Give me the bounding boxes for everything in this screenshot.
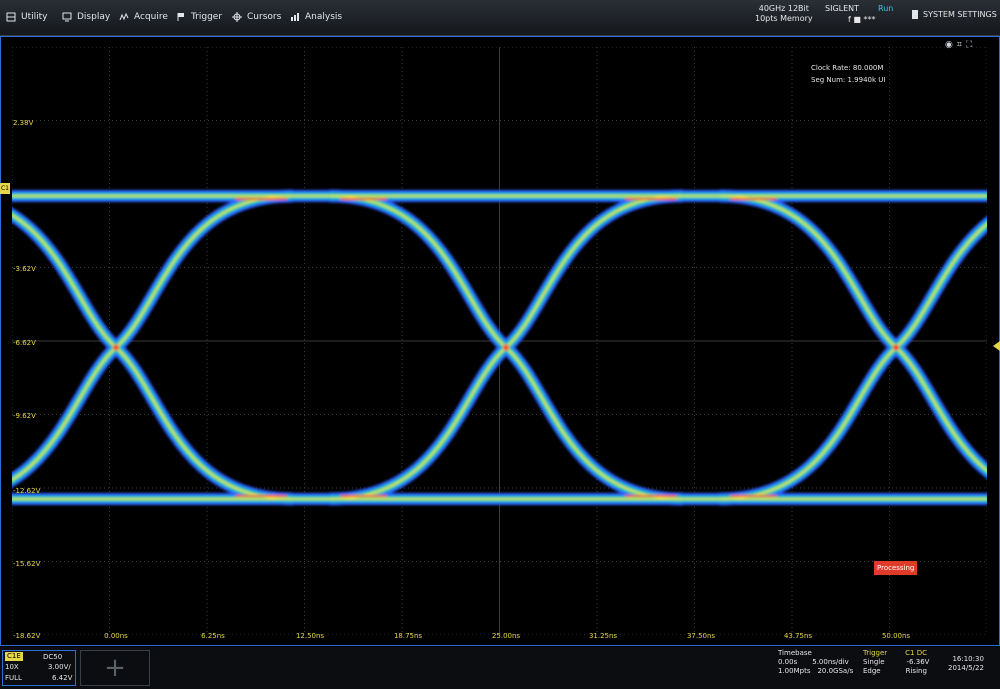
timebase-rate: 20.0GSa/s <box>817 667 854 675</box>
y-axis-label: -12.62V <box>13 487 41 495</box>
trigger-title: Trigger <box>863 649 888 657</box>
timebase-scale: 5.00ns/div <box>812 658 849 666</box>
timebase-title: Timebase <box>778 649 812 657</box>
eye-crossing-point <box>503 344 509 351</box>
y-axis-label: -9.62V <box>13 412 36 420</box>
menu-utility-label: Utility <box>21 12 48 22</box>
segment-count-text: Seg Num: 1.9940k UI <box>811 76 886 84</box>
y-axis-label: -15.62V <box>13 560 41 568</box>
trigger-panel[interactable]: Trigger C1 DC Single -6.36V Edge Rising <box>863 649 929 676</box>
x-axis-label: 6.25ns <box>201 632 225 640</box>
menu-acquire-label: Acquire <box>134 12 168 22</box>
eye-info: Clock Rate: 80.000M Seg Num: 1.9940k UI <box>811 62 885 86</box>
trigger-level-marker[interactable] <box>993 341 1000 351</box>
acquire-icon <box>119 12 129 21</box>
x-axis-label: 50.00ns <box>881 632 911 640</box>
trigger-status: f ■ *** <box>848 15 876 24</box>
screenshot-icon[interactable]: ◉ <box>945 40 953 50</box>
clock-date: 2014/5/22 <box>948 664 984 672</box>
menu-analysis[interactable]: Analysis <box>290 8 342 26</box>
timebase-delay: 0.00s <box>778 658 798 666</box>
grid-layout-icon[interactable]: ⌗ <box>957 40 962 50</box>
system-settings-label: SYSTEM SETTINGS <box>923 10 997 19</box>
menu-bar: Utility Display Acquire Trigger Cursors … <box>0 0 1000 36</box>
eye-crossing-point <box>893 344 899 351</box>
menu-trigger[interactable]: Trigger <box>176 8 222 26</box>
waveform-plot[interactable] <box>12 47 987 635</box>
trigger-type: Edge <box>863 667 881 675</box>
timebase-points: 1.00Mpts <box>778 667 811 675</box>
clock-rate-text: Clock Rate: 80.000M <box>811 64 884 72</box>
x-axis-label: 37.50ns <box>686 632 716 640</box>
trigger-source: C1 DC <box>905 649 928 657</box>
menu-utility[interactable]: Utility <box>6 8 47 26</box>
plot-tools: ◉ ⌗ ⛶ <box>945 40 972 50</box>
menu-trigger-label: Trigger <box>191 12 223 22</box>
y-axis-label: -3.62V <box>13 265 36 273</box>
fullscreen-icon[interactable]: ⛶ <box>966 40 972 50</box>
x-axis-label: 25.00ns <box>491 632 521 640</box>
cursors-icon <box>232 12 242 22</box>
menu-cursors[interactable]: Cursors <box>232 8 281 26</box>
channel-1-tag: C1E <box>5 652 23 661</box>
menu-cursors-label: Cursors <box>247 12 282 22</box>
menu-display-label: Display <box>77 12 111 22</box>
channel-1-offset: 6.42V <box>52 674 73 682</box>
run-state[interactable]: Run <box>878 4 893 13</box>
y-axis-label: 2.38V <box>13 119 34 127</box>
sample-rate-text: 40GHz 12Bit <box>758 4 809 13</box>
y-axis-label: -6.62V <box>13 339 36 347</box>
system-settings-button[interactable]: SYSTEM SETTINGS <box>912 10 997 19</box>
channel-1-scale: 3.00V/ <box>48 663 71 671</box>
x-axis-label: 12.50ns <box>295 632 325 640</box>
trigger-mode: Single <box>863 658 885 666</box>
memory-text: 10pts Memory <box>755 14 813 23</box>
channel-offset-marker[interactable]: C1 <box>0 183 10 194</box>
channel-1-descriptor[interactable]: C1E DC50 10X 3.00V/ FULL 6.42V <box>2 650 76 686</box>
processing-badge: Processing <box>874 561 918 575</box>
utility-icon <box>6 12 16 22</box>
x-axis-label: 0.00ns <box>104 632 128 640</box>
menu-display[interactable]: Display <box>62 8 110 26</box>
settings-bars-icon <box>912 10 918 19</box>
trigger-slope: Rising <box>905 667 927 675</box>
eye-crossing-point <box>113 344 119 351</box>
add-channel-button[interactable]: + <box>80 650 150 686</box>
menu-acquire[interactable]: Acquire <box>119 8 168 26</box>
timebase-panel[interactable]: Timebase 0.00s 5.00ns/div 1.00Mpts 20.0GSa… <box>778 649 853 676</box>
menu-analysis-label: Analysis <box>305 12 343 22</box>
acquisition-status: 40GHz 12Bit 10pts Memory <box>755 4 813 24</box>
x-axis-label: 43.75ns <box>783 632 813 640</box>
trigger-flag-icon <box>177 13 184 21</box>
clock-panel: 16:10:30 2014/5/22 <box>948 655 984 673</box>
channel-1-bandwidth: FULL <box>5 674 22 682</box>
y-axis-label: -18.62V <box>13 632 41 640</box>
x-axis-label: 18.75ns <box>393 632 423 640</box>
clock-time: 16:10:30 <box>952 655 984 663</box>
x-axis-label: 31.25ns <box>588 632 618 640</box>
brand-label: SIGLENT <box>825 4 860 13</box>
analysis-icon <box>291 13 299 21</box>
display-icon <box>62 12 72 22</box>
trigger-level: -6.36V <box>906 658 930 666</box>
channel-1-probe: 10X <box>5 663 19 671</box>
